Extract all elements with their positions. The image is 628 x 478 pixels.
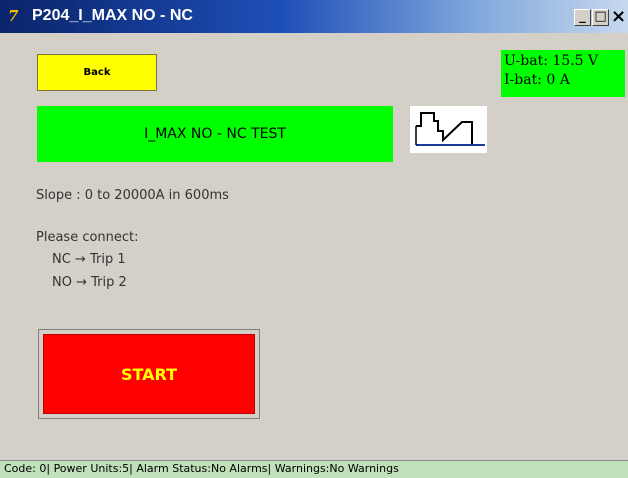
test-title-banner: I_MAX NO - NC TEST bbox=[37, 106, 393, 162]
app-icon: 7 bbox=[8, 7, 19, 25]
battery-status: U-bat: 15.5 V I-bat: 0 A bbox=[501, 50, 625, 97]
connect-heading: Please connect: bbox=[36, 230, 139, 245]
close-button[interactable]: × bbox=[610, 8, 627, 26]
back-button[interactable]: Back bbox=[37, 54, 157, 91]
battery-voltage: U-bat: 15.5 V bbox=[504, 53, 599, 69]
window-title: P204_I_MAX NO - NC bbox=[32, 7, 193, 24]
minimize-button[interactable]: _ bbox=[574, 9, 591, 26]
start-button[interactable]: START bbox=[43, 334, 255, 414]
ramp-step-icon bbox=[410, 106, 487, 153]
title-bar: 7 P204_I_MAX NO - NC _ □ × bbox=[0, 0, 628, 33]
status-bar: Code: 0| Power Units:5| Alarm Status:No … bbox=[0, 460, 628, 478]
battery-current: I-bat: 0 A bbox=[504, 72, 570, 88]
slope-text: Slope : 0 to 20000A in 600ms bbox=[36, 188, 229, 203]
maximize-button[interactable]: □ bbox=[592, 9, 609, 26]
connection-no: NO → Trip 2 bbox=[52, 275, 127, 290]
start-button-frame: START bbox=[38, 329, 260, 419]
main-panel: Back U-bat: 15.5 V I-bat: 0 A I_MAX NO -… bbox=[0, 33, 628, 460]
connection-nc: NC → Trip 1 bbox=[52, 252, 126, 267]
